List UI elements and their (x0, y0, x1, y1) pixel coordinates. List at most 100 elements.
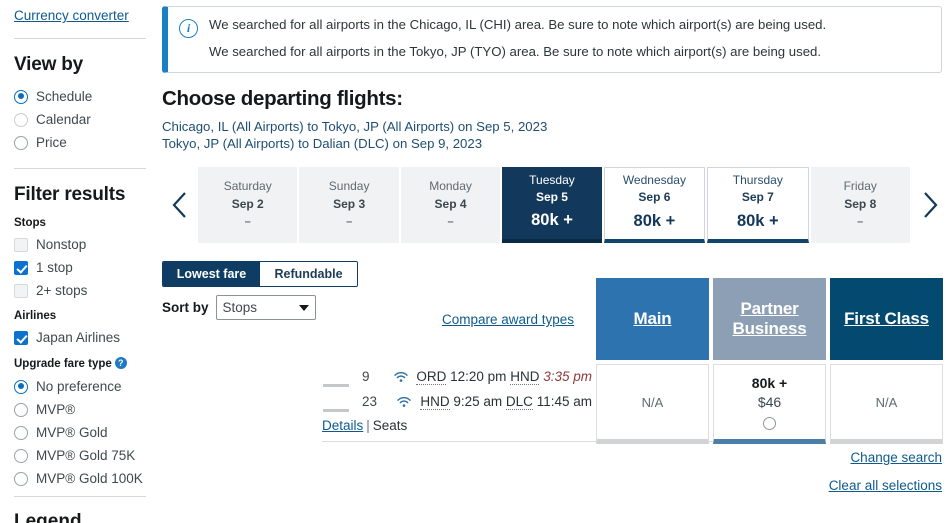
radio-schedule[interactable] (14, 89, 28, 104)
fare-class-header-partner-business[interactable]: Partner Business (713, 278, 826, 360)
chevron-right-icon[interactable] (912, 167, 948, 243)
date-card-sep-6[interactable]: Wednesday Sep 6 80k + (603, 167, 706, 243)
arrive-time-2: 11:45 am (536, 394, 592, 409)
flight-number-1: 9 (362, 369, 370, 384)
flight-timing-1: ORD 12:20 pm HND 3:35 pm (416, 369, 592, 385)
wifi-icon (387, 396, 420, 408)
upgrade-fare-type-text: Upgrade fare type (14, 358, 112, 370)
stops-label-nonstop: Nonstop (36, 237, 87, 252)
date-card-price: 80k + (531, 211, 573, 230)
upgrade-fare-type-title: Upgrade fare type? (14, 357, 146, 370)
date-card-date: Sep 2 (231, 196, 264, 211)
checkbox-nonstop[interactable] (14, 237, 28, 252)
date-card-dow: Sunday (328, 179, 370, 194)
fare-class-header-main[interactable]: Main (596, 278, 709, 360)
date-card-dow: Tuesday (529, 172, 575, 187)
upgrade-label-no-preference: No preference (36, 379, 122, 394)
link-separator: | (366, 418, 370, 433)
radio-price[interactable] (14, 135, 28, 150)
airline-option-japan-airlines[interactable]: Japan Airlines (14, 328, 146, 347)
date-card-date: Sep 3 (333, 196, 366, 211)
radio-mvp-gold-100k[interactable] (14, 471, 28, 486)
upgrade-option-no-preference[interactable]: No preference (14, 377, 146, 396)
legend-title: Legend (14, 511, 82, 523)
date-card-sep-5[interactable]: Tuesday Sep 5 80k + (502, 167, 602, 243)
upgrade-option-mvp-gold-75k[interactable]: MVP® Gold 75K (14, 446, 146, 465)
view-by-option-price[interactable]: Price (14, 133, 146, 152)
date-card-dow: Thursday (732, 173, 783, 188)
fare-select-radio-partner-business[interactable] (763, 416, 776, 430)
japan-airlines-logo (322, 366, 350, 387)
fare-value-first-class: N/A (875, 394, 898, 410)
date-card-sep-2[interactable]: Saturday Sep 2 – (198, 167, 298, 243)
compare-award-types-link[interactable]: Compare award types (442, 312, 574, 327)
seats-link[interactable]: Seats (373, 418, 408, 433)
view-by-option-schedule[interactable]: Schedule (14, 87, 146, 106)
origin-code-1: ORD (416, 369, 447, 385)
flight-segment-row-2: 23 HND 9:25 am DLC 11:45 am (322, 389, 592, 414)
filter-results-title: Filter results (14, 184, 126, 205)
divider (14, 496, 146, 497)
checkbox-2-plus-stops[interactable] (14, 283, 28, 298)
change-search-link[interactable]: Change search (829, 450, 942, 465)
depart-time-1: 12:20 pm (450, 369, 507, 384)
main-content: i We searched for all airports in the Ch… (160, 0, 948, 512)
currency-converter-link[interactable]: Currency converter (14, 8, 129, 23)
fare-cell-partner-business[interactable]: 80k + $46 (713, 364, 826, 444)
stops-label-2-plus-stops: 2+ stops (36, 283, 88, 298)
fare-cell-first-class[interactable]: N/A (830, 364, 943, 444)
date-card-dow: Saturday (223, 179, 272, 194)
date-card-date: Sep 4 (434, 196, 467, 211)
stops-option-nonstop[interactable]: Nonstop (14, 235, 146, 254)
airline-label-japan-airlines: Japan Airlines (36, 330, 121, 345)
radio-no-preference[interactable] (14, 379, 28, 394)
destination-code-1: HND (510, 369, 540, 385)
sort-by-select[interactable]: Stops (215, 295, 316, 320)
date-card-sep-3[interactable]: Sunday Sep 3 – (299, 167, 399, 243)
stops-option-2-plus-stops[interactable]: 2+ stops (14, 281, 146, 300)
date-card-price: 80k + (633, 211, 676, 230)
radio-mvp[interactable] (14, 402, 28, 417)
radio-mvp-gold[interactable] (14, 425, 28, 440)
fare-class-label-first-class: First Class (844, 308, 929, 328)
divider (14, 168, 146, 169)
stops-option-1-stop[interactable]: 1 stop (14, 258, 146, 277)
date-strip: Saturday Sep 2 – Sunday Sep 3 – Monday S… (162, 167, 948, 243)
checkbox-japan-airlines[interactable] (14, 330, 28, 345)
toggle-refundable[interactable]: Refundable (260, 262, 357, 286)
radio-mvp-gold-75k[interactable] (14, 448, 28, 463)
chevron-left-icon[interactable] (162, 167, 198, 243)
checkbox-1-stop[interactable] (14, 260, 28, 275)
fare-cash-partner-business: $46 (757, 394, 782, 410)
fare-class-header-first-class[interactable]: First Class (830, 278, 943, 360)
upgrade-option-mvp-gold[interactable]: MVP® Gold (14, 423, 146, 442)
fare-value-main: N/A (641, 394, 664, 410)
view-by-label-schedule: Schedule (36, 89, 93, 104)
upgrade-option-mvp[interactable]: MVP® (14, 400, 146, 419)
origin-code-2: HND (420, 394, 450, 410)
date-card-date: Sep 8 (844, 196, 877, 211)
destination-code-2: DLC (505, 394, 533, 410)
toggle-lowest-fare[interactable]: Lowest fare (163, 262, 260, 286)
date-card-sep-7[interactable]: Thursday Sep 7 80k + (707, 167, 809, 243)
wifi-icon (386, 371, 417, 383)
clear-all-selections-link[interactable]: Clear all selections (829, 478, 942, 493)
fare-type-toggle[interactable]: Lowest fare Refundable (162, 261, 358, 287)
question-mark-icon[interactable]: ? (114, 357, 127, 369)
view-by-title: View by (14, 54, 84, 75)
date-card-price: – (447, 216, 454, 229)
date-card-price: – (857, 216, 864, 229)
route-return: Tokyo, JP (All Airports) to Dalian (DLC)… (162, 136, 483, 151)
itinerary-rows: 9 ORD 12:20 pm HND 3:35 pm 23 HND 9:25 a… (322, 364, 592, 433)
radio-calendar[interactable] (14, 112, 28, 127)
date-card-sep-8[interactable]: Friday Sep 8 – (810, 167, 910, 243)
view-by-option-calendar[interactable]: Calendar (14, 110, 146, 129)
stops-label-1-stop: 1 stop (36, 260, 73, 275)
fare-cell-main[interactable]: N/A (596, 364, 709, 444)
date-card-dow: Friday (843, 179, 877, 194)
sort-by-label: Sort by (162, 300, 209, 315)
filters-sidebar: Currency converter View by Schedule Cale… (0, 0, 160, 523)
date-card-sep-4[interactable]: Monday Sep 4 – (400, 167, 501, 243)
upgrade-option-mvp-gold-100k[interactable]: MVP® Gold 100K (14, 469, 146, 488)
details-link[interactable]: Details (322, 418, 363, 433)
